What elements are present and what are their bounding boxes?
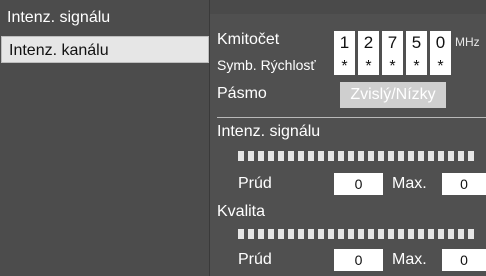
frequency-digit[interactable]: 0 — [430, 31, 451, 55]
symbol-rate-digit[interactable]: * — [358, 55, 379, 75]
signal-current-label: Prúd — [238, 175, 272, 192]
signal-screen: Intenz. signálu Intenz. kanálu Kmitočet … — [0, 0, 486, 276]
details-panel: Kmitočet 1 2 7 5 0 MHz Symb. Rýchlosť * … — [210, 0, 486, 276]
signal-current-value: 0 — [334, 173, 383, 195]
symbol-rate-digit[interactable]: * — [406, 55, 427, 75]
frequency-unit: MHz — [455, 35, 480, 49]
menu-item-signal-strength[interactable]: Intenz. signálu — [0, 4, 210, 31]
quality-current-label: Prúd — [238, 251, 272, 268]
symbol-rate-digit[interactable]: * — [382, 55, 403, 75]
signal-strength-meter — [238, 151, 474, 161]
signal-max-value: 0 — [442, 173, 486, 195]
quality-title: Kvalita — [217, 203, 266, 220]
quality-max-label: Max. — [392, 251, 427, 268]
panel-top-strip — [210, 0, 486, 14]
quality-meter — [238, 229, 474, 239]
side-menu: Intenz. signálu Intenz. kanálu — [0, 0, 210, 276]
quality-max-value: 0 — [442, 249, 486, 271]
frequency-digit[interactable]: 7 — [382, 31, 403, 55]
band-selector[interactable]: Zvislý/Nízky — [340, 82, 446, 108]
band-label: Pásmo — [217, 85, 267, 102]
frequency-label: Kmitočet — [217, 31, 280, 48]
symbol-rate-digit[interactable]: * — [334, 55, 355, 75]
symbol-rate-label: Symb. Rýchlosť — [217, 57, 316, 73]
frequency-digit[interactable]: 5 — [406, 31, 427, 55]
signal-strength-title: Intenz. signálu — [217, 123, 321, 140]
section-divider — [217, 117, 486, 118]
signal-max-label: Max. — [392, 175, 427, 192]
quality-current-value: 0 — [334, 249, 383, 271]
frequency-digit[interactable]: 2 — [358, 31, 379, 55]
frequency-digit[interactable]: 1 — [334, 31, 355, 55]
symbol-rate-digit[interactable]: * — [430, 55, 451, 75]
menu-item-channel-strength[interactable]: Intenz. kanálu — [1, 36, 209, 63]
